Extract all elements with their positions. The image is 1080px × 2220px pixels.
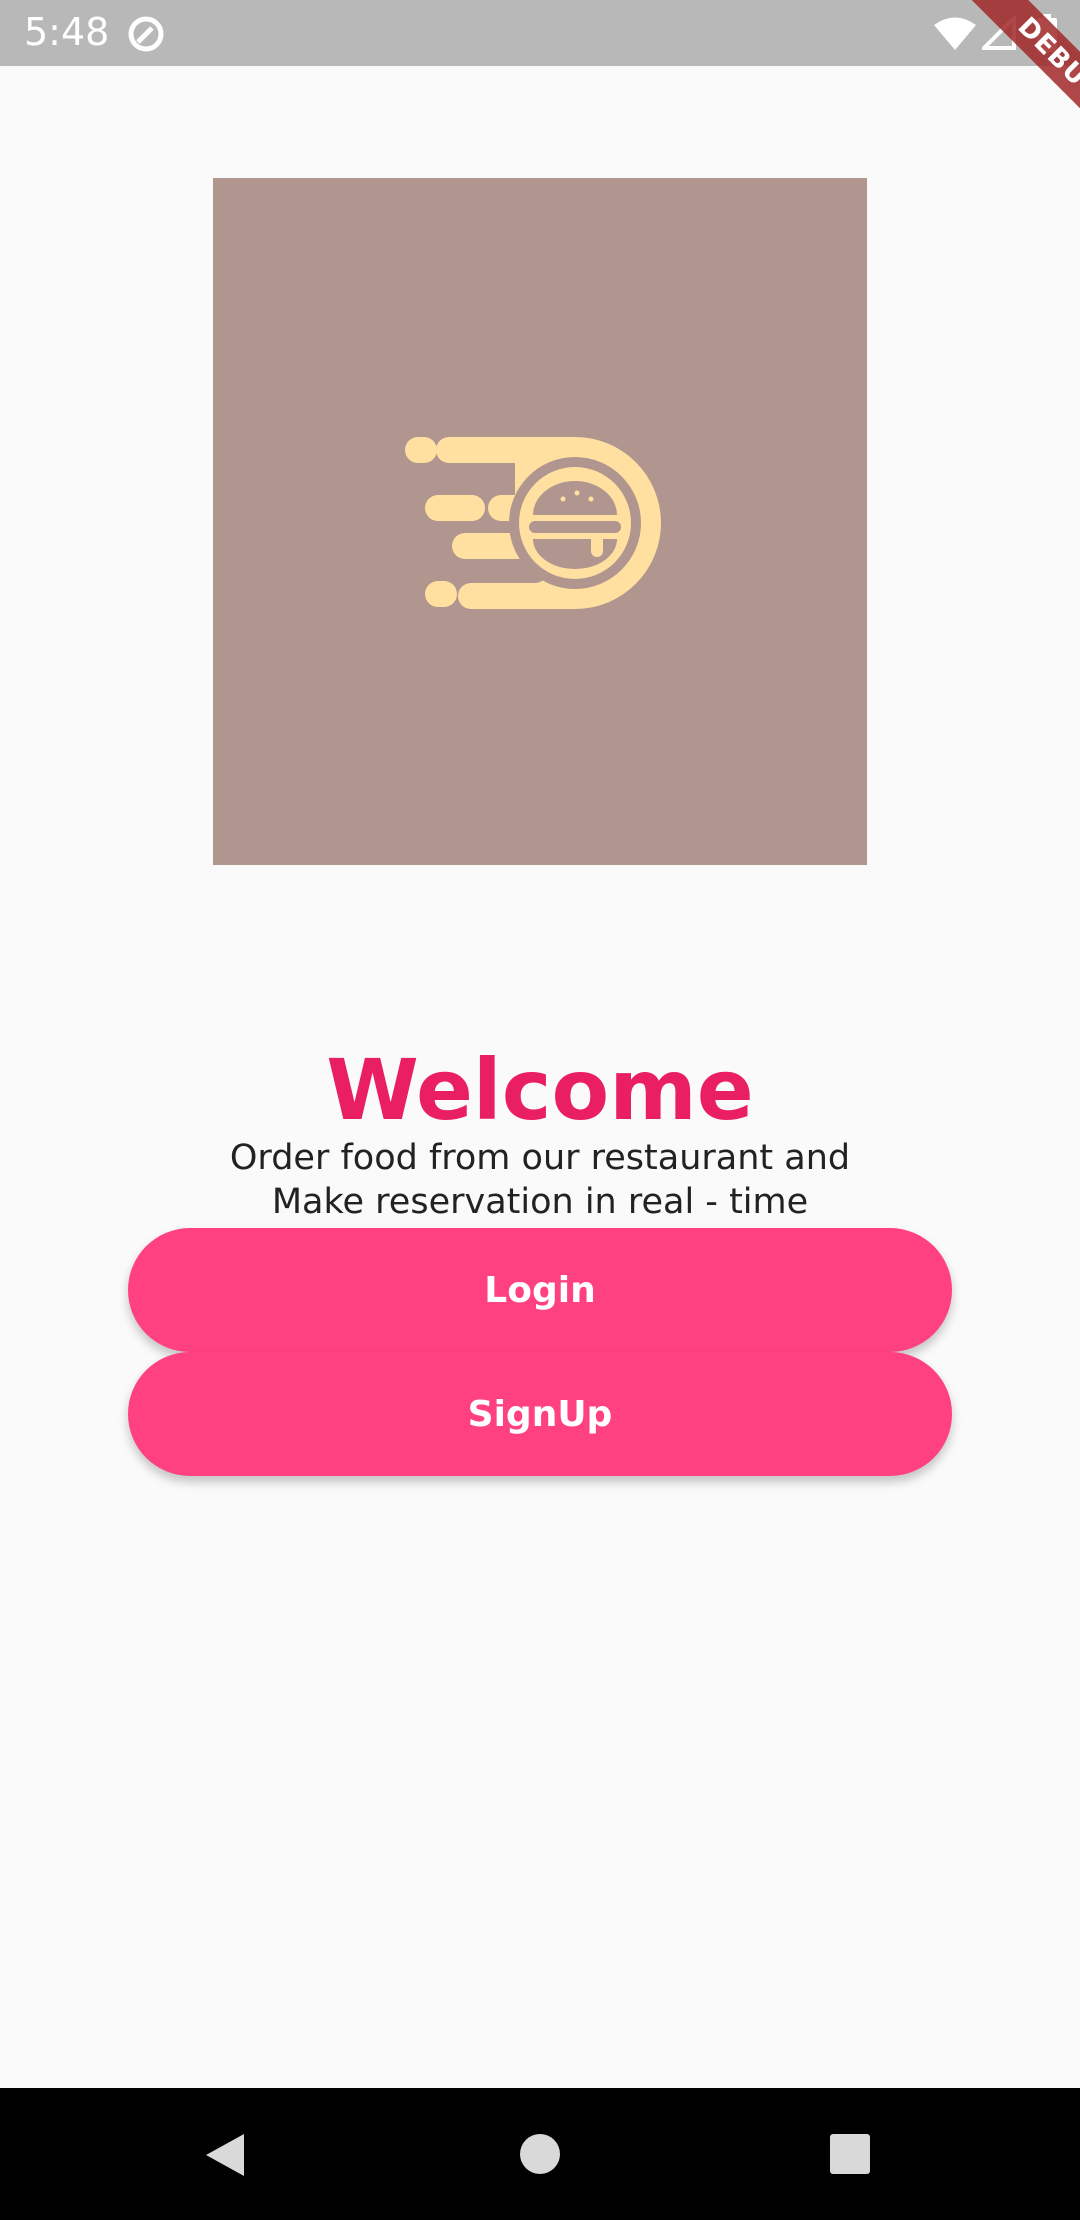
fast-burger-logo-icon — [405, 437, 661, 609]
status-bar: 5:48 — [0, 0, 1080, 66]
welcome-title: Welcome — [326, 1041, 754, 1139]
logo-panel — [213, 178, 867, 865]
recents-icon[interactable] — [829, 2133, 871, 2175]
login-button[interactable]: Login — [128, 1228, 952, 1352]
back-icon[interactable] — [204, 2132, 246, 2178]
status-time: 5:48 — [24, 10, 110, 54]
battery-icon — [1037, 14, 1057, 52]
signup-button[interactable]: SignUp — [128, 1352, 952, 1476]
signal-icon — [982, 16, 1016, 50]
wifi-icon — [934, 17, 976, 50]
welcome-subtitle-line2: Make reservation in real - time — [271, 1182, 809, 1222]
home-icon[interactable] — [519, 2133, 561, 2175]
welcome-subtitle: Order food from our restaurant and Make … — [0, 1136, 1080, 1224]
navigation-bar — [0, 2088, 1080, 2220]
welcome-subtitle-line1: Order food from our restaurant and — [229, 1138, 851, 1178]
app-notification-icon — [128, 16, 164, 52]
